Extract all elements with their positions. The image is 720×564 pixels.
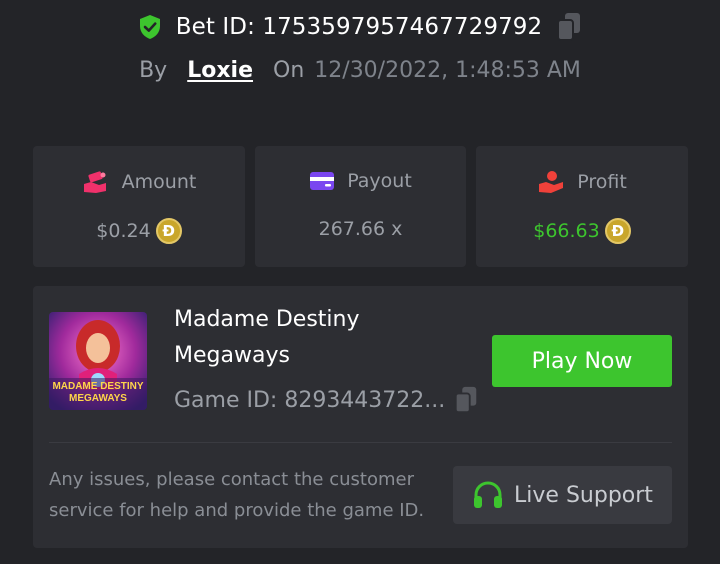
copy-icon[interactable] [453, 386, 479, 414]
play-now-button[interactable]: Play Now [492, 335, 672, 387]
payout-header: Payout [255, 170, 466, 192]
profit-label: Profit [577, 171, 627, 193]
bet-id: Bet ID: 1753597957467729792 [175, 14, 543, 40]
bet-detail-page: Bet ID: 1753597957467729792 By Loxie On … [0, 0, 720, 564]
bet-stats: Amount $0.24 Ð Payout 267.66 x Profit $6… [33, 146, 688, 267]
by-label: By [139, 57, 168, 83]
game-id-row: Game ID: 8293443722... [174, 382, 479, 418]
dogecoin-icon: Ð [155, 218, 182, 244]
hand-coin-icon [539, 171, 564, 193]
game-panel: MADAME DESTINY MEGAWAYS Madame Destiny M… [33, 286, 688, 548]
payout-value: 267.66 x [318, 218, 403, 240]
user-link[interactable]: Loxie [187, 58, 253, 83]
live-support-label: Live Support [514, 482, 653, 508]
game-id: Game ID: 8293443722... [174, 387, 446, 413]
thumb-title-line1: MADAME DESTINY [52, 381, 143, 392]
copy-icon[interactable] [556, 12, 582, 42]
credit-card-icon [310, 172, 335, 190]
bet-meta-row: By Loxie On 12/30/2022, 1:48:53 AM [0, 54, 720, 86]
on-label: On [273, 57, 305, 83]
hand-money-icon [83, 171, 106, 193]
game-name[interactable]: Madame Destiny Megaways [174, 302, 474, 374]
amount-value: $0.24 [96, 220, 151, 242]
game-thumbnail-art: MADAME DESTINY MEGAWAYS [49, 312, 147, 410]
support-message: Any issues, please contact the customer … [49, 469, 425, 521]
profit-value-row: $66.63 Ð [476, 218, 688, 244]
profit-card: Profit $66.63 Ð [476, 146, 688, 267]
payout-value-row: 267.66 x [255, 218, 466, 240]
thumb-title-line2: MEGAWAYS [69, 393, 127, 404]
game-name-line2: Megaways [174, 343, 290, 368]
bet-id-row: Bet ID: 1753597957467729792 [0, 10, 720, 44]
headset-icon [474, 481, 503, 508]
shield-check-icon [139, 15, 160, 39]
game-thumbnail[interactable]: MADAME DESTINY MEGAWAYS [49, 312, 147, 410]
dogecoin-icon: Ð [604, 218, 631, 244]
amount-card: Amount $0.24 Ð [33, 146, 245, 267]
live-support-button[interactable]: Live Support [453, 466, 672, 524]
divider [49, 442, 672, 443]
amount-value-row: $0.24 Ð [33, 218, 245, 244]
amount-header: Amount [33, 170, 245, 194]
payout-card: Payout 267.66 x [255, 146, 466, 267]
profit-header: Profit [476, 170, 688, 194]
profit-value: $66.63 [533, 220, 600, 242]
amount-label: Amount [121, 171, 197, 193]
bet-datetime: 12/30/2022, 1:48:53 AM [314, 57, 581, 83]
payout-label: Payout [347, 170, 412, 192]
game-name-line1: Madame Destiny [174, 307, 360, 332]
